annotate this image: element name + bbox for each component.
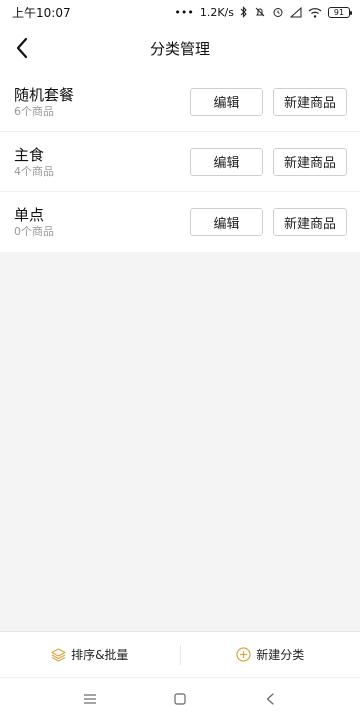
category-actions: 编辑 新建商品 [190, 87, 347, 116]
status-bar: 上午10:07 ••• 1.2K/s 91 [0, 0, 360, 24]
category-name: 主食 [14, 145, 45, 164]
system-nav-bar [0, 677, 360, 720]
network-speed: 1.2K/s [199, 5, 234, 19]
category-info: 随机套餐 6个商品 [14, 85, 74, 119]
sort-batch-button[interactable]: 排序&批量 [0, 632, 180, 677]
triangle-back-icon [266, 693, 274, 705]
menu-button[interactable] [75, 684, 105, 714]
screen: 上午10:07 ••• 1.2K/s 91 分类管理 随机套餐 6个商品 编辑 … [0, 0, 360, 720]
chevron-left-icon [16, 37, 28, 59]
status-time: 上午10:07 [12, 5, 71, 20]
mute-icon [254, 6, 266, 18]
add-category-button[interactable]: 新建分类 [181, 632, 360, 677]
new-product-button[interactable]: 新建商品 [273, 87, 347, 116]
category-name: 随机套餐 [14, 85, 75, 104]
new-product-button[interactable]: 新建商品 [273, 208, 347, 236]
edit-button[interactable]: 编辑 [190, 87, 263, 116]
new-product-button[interactable]: 新建商品 [273, 147, 347, 176]
category-info: 单点 0个商品 [14, 205, 54, 239]
system-back-button[interactable] [255, 684, 285, 714]
category-list: 随机套餐 6个商品 编辑 新建商品 主食 4个商品 编辑 新建商品 单点 0个商… [0, 72, 360, 252]
signal-icon [290, 6, 302, 18]
menu-icon [84, 694, 96, 704]
category-name: 单点 [14, 206, 45, 224]
navigation-bar: 分类管理 [0, 24, 360, 72]
home-button[interactable] [165, 684, 195, 714]
category-actions: 编辑 新建商品 [190, 208, 347, 236]
battery-level: 91 [333, 7, 345, 17]
status-icons: ••• 1.2K/s 91 [174, 5, 352, 19]
layers-icon [51, 647, 66, 662]
category-count: 4个商品 [14, 164, 54, 178]
sort-batch-label: 排序&批量 [71, 648, 129, 662]
bluetooth-icon [240, 6, 248, 18]
wifi-icon [308, 7, 322, 18]
alarm-icon [272, 6, 284, 18]
plus-circle-icon [236, 647, 251, 662]
add-category-label: 新建分类 [256, 648, 305, 662]
category-row: 单点 0个商品 编辑 新建商品 [0, 192, 360, 252]
category-count: 0个商品 [14, 225, 54, 238]
edit-button[interactable]: 编辑 [190, 147, 263, 176]
battery-icon: 91 [328, 6, 352, 18]
bottom-action-bar: 排序&批量 新建分类 [0, 631, 360, 677]
back-button[interactable] [6, 32, 38, 64]
edit-button[interactable]: 编辑 [190, 208, 263, 236]
category-row: 随机套餐 6个商品 编辑 新建商品 [0, 72, 360, 132]
square-icon [174, 693, 186, 705]
page-title: 分类管理 [149, 39, 210, 58]
more-dots-icon: ••• [174, 5, 194, 19]
category-info: 主食 4个商品 [14, 145, 54, 179]
category-actions: 编辑 新建商品 [190, 147, 347, 176]
category-count: 6个商品 [14, 104, 54, 118]
category-row: 主食 4个商品 编辑 新建商品 [0, 132, 360, 192]
